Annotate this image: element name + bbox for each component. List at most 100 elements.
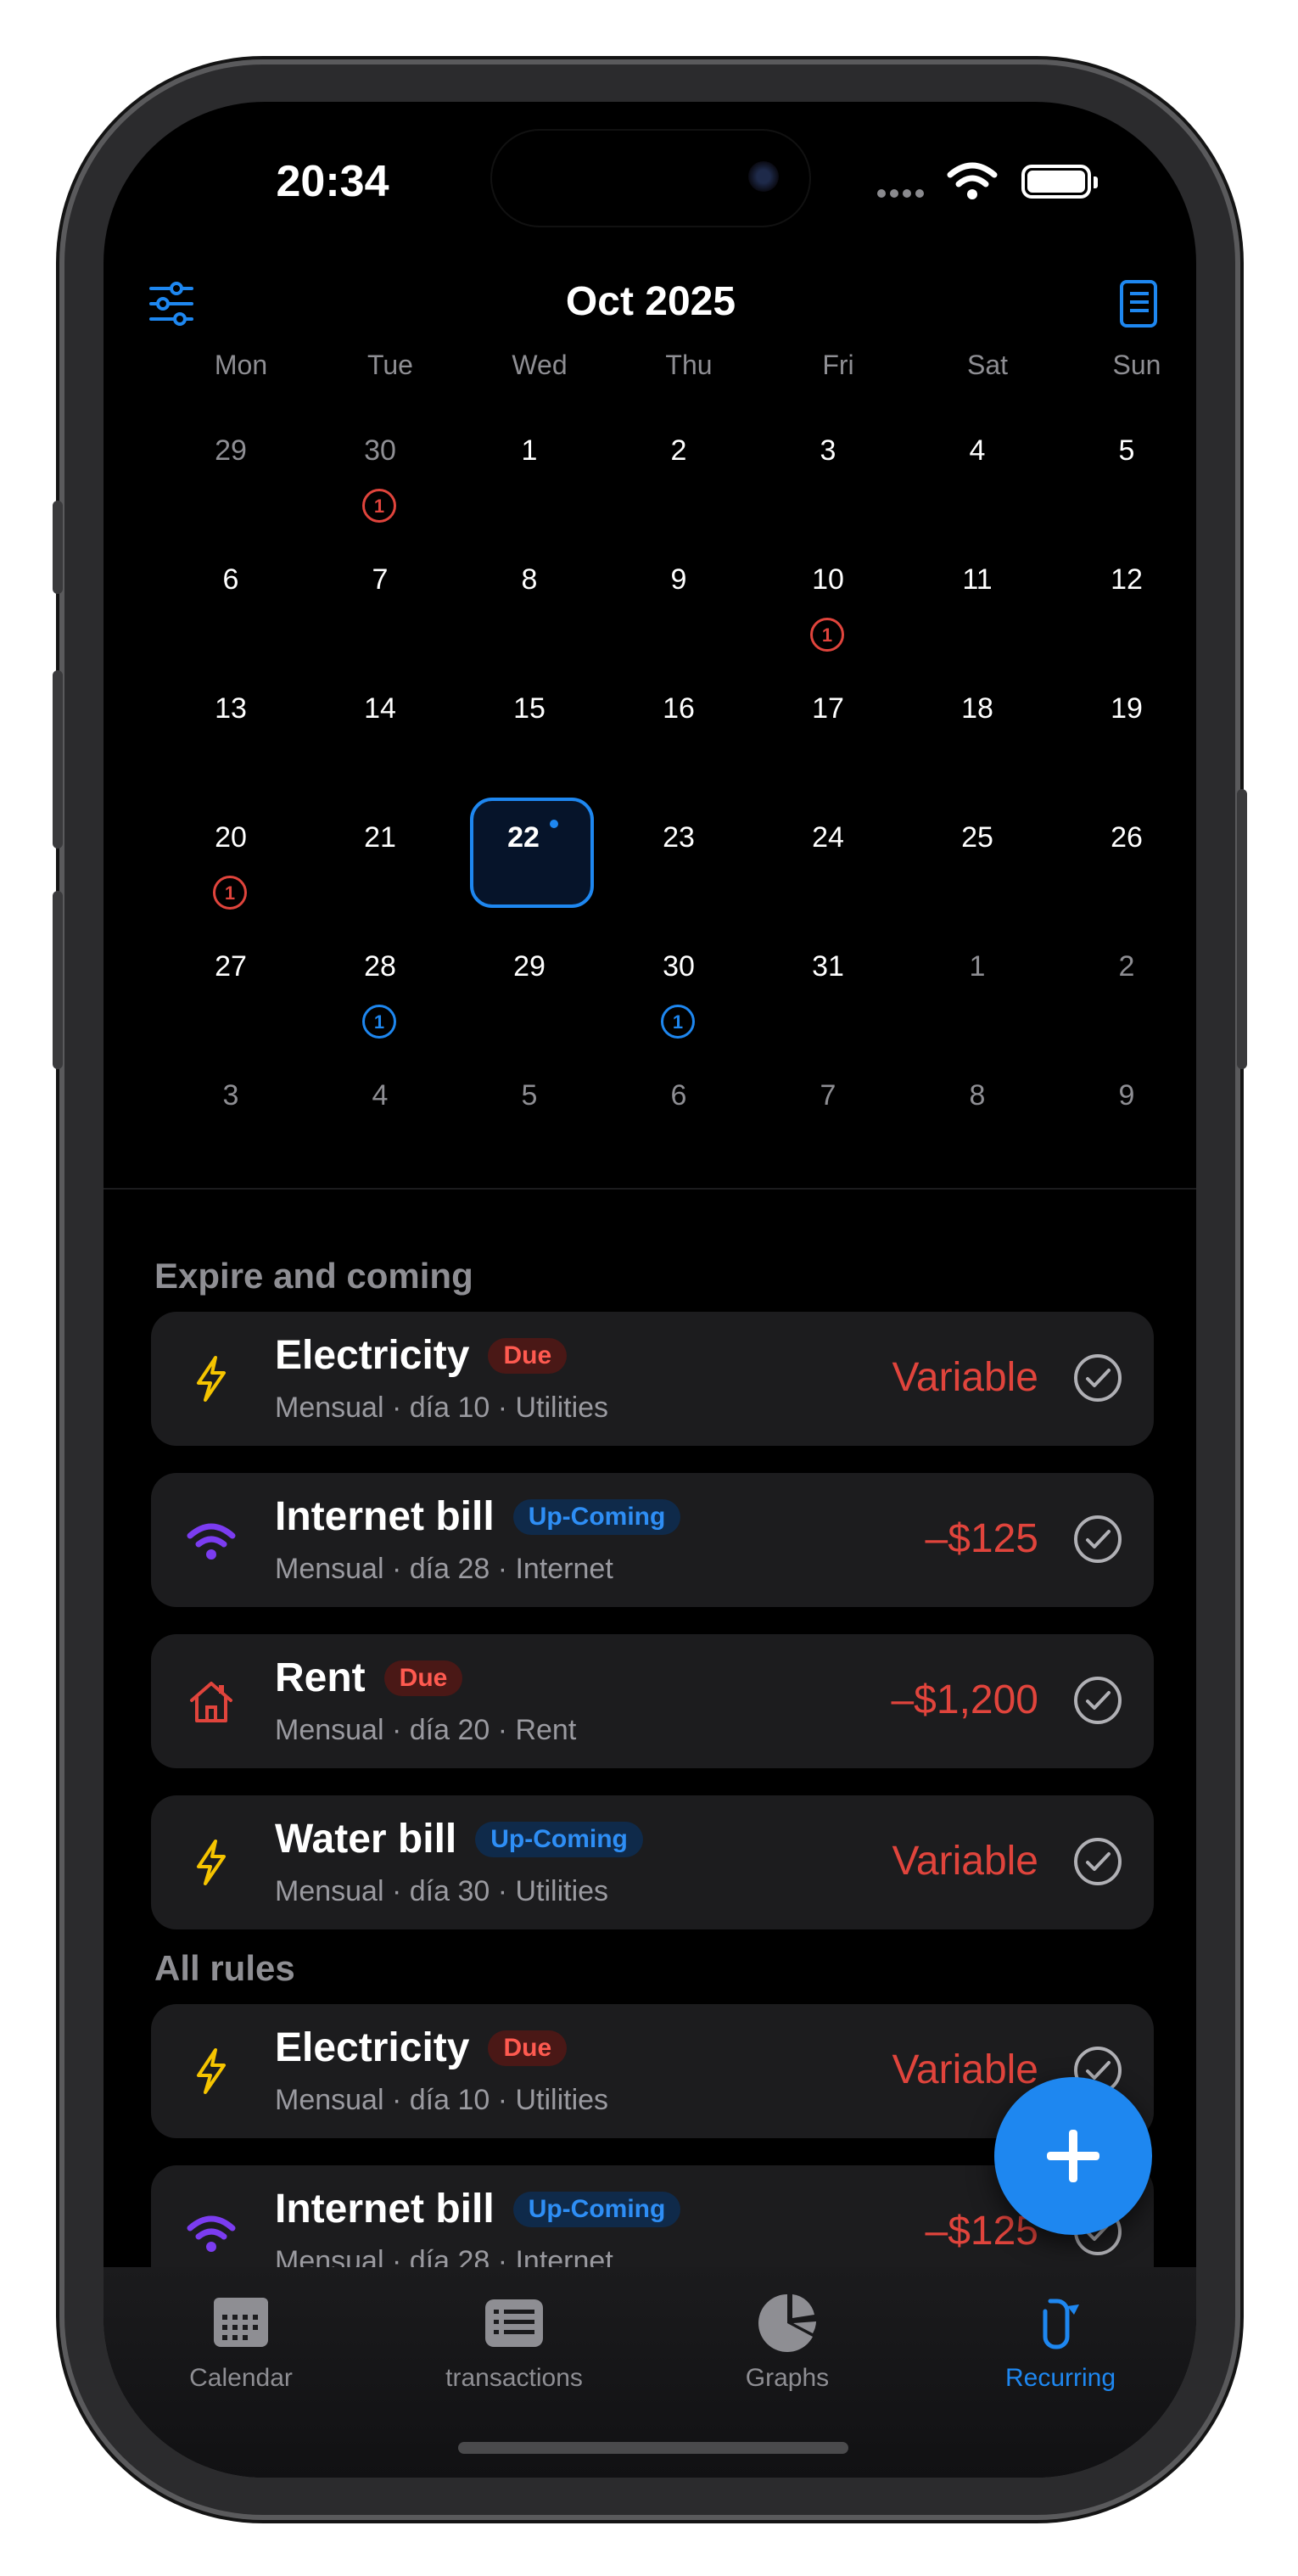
day-cell[interactable]: 12 (1052, 540, 1196, 667)
day-cell[interactable]: 21 (305, 798, 455, 925)
rule-amount: –$1,200 (891, 1677, 1038, 1722)
tab-transactions[interactable]: transactions (387, 2282, 641, 2410)
day-number: 7 (372, 563, 389, 596)
day-cell[interactable]: 29 (455, 927, 604, 1054)
day-number: 5 (521, 1079, 538, 1112)
recurring-row[interactable]: Internet bill Up-Coming Mensual · día 28 … (151, 1473, 1154, 1607)
day-cell[interactable]: 7 (305, 540, 455, 667)
day-cell[interactable]: 1 (455, 411, 604, 538)
day-number: 26 (1111, 821, 1143, 854)
day-cell[interactable]: 4 (903, 411, 1052, 538)
notebook-icon[interactable] (1113, 278, 1164, 329)
signal-dots-icon (877, 187, 928, 202)
day-cell[interactable]: 26 (1052, 798, 1196, 925)
day-cell[interactable]: 31 (753, 927, 903, 1054)
day-cell[interactable]: 3 (753, 411, 903, 538)
rule-details: Mensual · día 10 · Utilities (275, 1392, 609, 1424)
day-number: 17 (812, 692, 844, 725)
day-number: 16 (663, 692, 695, 725)
day-number: 1 (521, 434, 538, 467)
day-cell[interactable]: 24 (753, 798, 903, 925)
day-cell[interactable]: 15 (455, 669, 604, 796)
day-cell[interactable]: 8 (903, 1056, 1052, 1183)
tab-label: Graphs (745, 2364, 830, 2392)
day-number: 29 (215, 434, 247, 467)
day-cell-today[interactable]: 22 (455, 798, 604, 925)
check-circle-icon[interactable] (1072, 1836, 1123, 1887)
recurring-row[interactable]: Water bill Up-Coming Mensual · día 30 · U… (151, 1795, 1154, 1929)
day-number: 24 (812, 821, 844, 854)
day-cell[interactable]: 30 1 (305, 411, 455, 538)
day-cell[interactable]: 25 (903, 798, 1052, 925)
day-cell[interactable]: 6 (156, 540, 305, 667)
day-cell[interactable]: 9 (1052, 1056, 1196, 1183)
day-number: 14 (364, 692, 396, 725)
day-number: 9 (1118, 1079, 1135, 1112)
day-number: 30 (663, 950, 695, 983)
weekday-sun: Sun (1112, 350, 1161, 380)
day-cell[interactable]: 23 (604, 798, 753, 925)
day-cell[interactable]: 3 (156, 1056, 305, 1183)
day-cell[interactable]: 16 (604, 669, 753, 796)
rule-name-line: Rent Due (275, 1655, 463, 1701)
upcoming-tag: Up-Coming (512, 2192, 681, 2227)
day-cell[interactable]: 28 1 (305, 927, 455, 1054)
weekday-mon: Mon (214, 350, 268, 380)
add-rule-button[interactable] (994, 2077, 1152, 2235)
day-cell[interactable]: 10 1 (753, 540, 903, 667)
tab-graphs[interactable]: Graphs (660, 2282, 915, 2410)
day-cell[interactable]: 4 (305, 1056, 455, 1183)
day-cell[interactable]: 5 (1052, 411, 1196, 538)
day-number: 3 (222, 1079, 239, 1112)
rule-amount: –$125 (925, 1516, 1038, 1561)
due-tag: Due (488, 2030, 568, 2066)
house-icon (190, 1682, 232, 1722)
day-cell[interactable]: 20 1 (156, 798, 305, 925)
tab-recurring[interactable]: Recurring (933, 2282, 1188, 2410)
wifi-status-icon (947, 162, 998, 199)
day-cell[interactable]: 7 (753, 1056, 903, 1183)
recurring-row[interactable]: Rent Due Mensual · día 20 · Rent –$1,200 (151, 1634, 1154, 1768)
tab-calendar[interactable]: Calendar (114, 2282, 368, 2410)
day-cell[interactable]: 5 (455, 1056, 604, 1183)
day-cell[interactable]: 9 (604, 540, 753, 667)
check-circle-icon[interactable] (1072, 1675, 1123, 1726)
section-title-all-rules: All rules (154, 1948, 295, 1988)
bolt-icon (197, 1356, 226, 1402)
day-number: 8 (969, 1079, 986, 1112)
day-cell[interactable]: 18 (903, 669, 1052, 796)
day-cell[interactable]: 6 (604, 1056, 753, 1183)
weekday-sat: Sat (966, 350, 1009, 380)
day-cell[interactable]: 19 (1052, 669, 1196, 796)
due-tag: Due (488, 1338, 568, 1374)
check-circle-icon[interactable] (1072, 1352, 1123, 1403)
day-cell[interactable]: 13 (156, 669, 305, 796)
check-circle-icon[interactable] (1072, 1514, 1123, 1565)
day-cell[interactable]: 2 (604, 411, 753, 538)
volume-down-button (53, 891, 63, 1069)
rule-details: Mensual · día 30 · Utilities (275, 1875, 609, 1907)
tab-label: Recurring (1004, 2364, 1116, 2392)
upcoming-tag: Up-Coming (475, 1822, 643, 1857)
event-dot-icon (550, 820, 558, 828)
day-cell[interactable]: 2 (1052, 927, 1196, 1054)
day-cell[interactable]: 11 (903, 540, 1052, 667)
day-cell[interactable]: 14 (305, 669, 455, 796)
camera-icon (748, 161, 779, 192)
upcoming-count-badge: 1 (362, 1005, 396, 1039)
rule-name-line: Internet bill Up-Coming (275, 2186, 681, 2232)
day-cell[interactable]: 17 (753, 669, 903, 796)
rule-name-line: Electricity Due (275, 2024, 568, 2071)
day-cell[interactable]: 27 (156, 927, 305, 1054)
day-cell[interactable]: 8 (455, 540, 604, 667)
section-title-expire: Expire and coming (154, 1256, 473, 1296)
month-title[interactable]: Oct 2025 (443, 278, 859, 325)
upcoming-count-badge: 1 (661, 1005, 695, 1039)
day-number: 25 (961, 821, 993, 854)
recurring-row[interactable]: Electricity Due Mensual · día 10 · Utilit… (151, 1312, 1154, 1446)
day-cell[interactable]: 29 (156, 411, 305, 538)
day-cell[interactable]: 30 1 (604, 927, 753, 1054)
filter-sliders-icon[interactable] (146, 278, 197, 329)
day-cell[interactable]: 1 (903, 927, 1052, 1054)
section-divider (104, 1188, 1196, 1190)
